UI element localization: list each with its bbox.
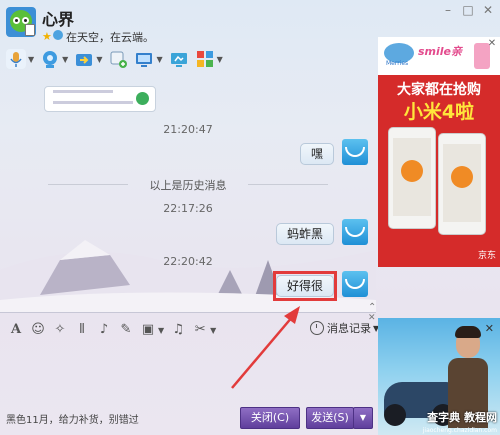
send-options-button[interactable]: ▼ xyxy=(353,407,373,429)
ad-product: 小米4啦 xyxy=(403,101,475,123)
person-hair xyxy=(455,326,481,338)
close-icon[interactable]: ✕ xyxy=(485,322,494,335)
ad-slogan: smile亲 xyxy=(418,45,463,58)
watermark-url: jiaocheng.chazidian.com xyxy=(422,427,497,434)
close-button[interactable]: 关闭(C) xyxy=(240,407,300,429)
phone-screen xyxy=(443,144,481,222)
wheel xyxy=(384,404,406,426)
promo-link[interactable]: 黑色11月，给力补货，别错过 xyxy=(6,411,139,426)
phone-screen xyxy=(393,138,431,216)
phone-image xyxy=(438,133,486,235)
ad-close-icon[interactable]: ✕ xyxy=(486,38,498,50)
ad-banner-top[interactable]: Merries smile亲 大家都在抢购 小米4啦 京东 xyxy=(378,37,500,267)
ad-store: 京东 xyxy=(477,251,496,261)
ad-brand: Merries xyxy=(386,60,409,67)
ad-headline: 大家都在抢购 xyxy=(397,82,481,98)
chat-window: 心界 ★ 在天空，在云端。 – □ ✕ ▼ ▼ ▼ ▼ ▼ 21:20:47 嘿… xyxy=(0,0,500,435)
phone-image xyxy=(388,127,436,229)
bottom-bar: 黑色11月，给力补货，别错过 关闭(C) 发送(S) ▼ xyxy=(0,402,376,435)
watermark: 查字典 教程网 xyxy=(427,411,497,424)
ad-banner-bottom[interactable]: ✕ 查字典 教程网 jiaocheng.chazidian.com xyxy=(378,318,500,435)
send-button[interactable]: 发送(S) xyxy=(306,407,354,429)
ad-header: Merries smile亲 xyxy=(378,37,500,75)
